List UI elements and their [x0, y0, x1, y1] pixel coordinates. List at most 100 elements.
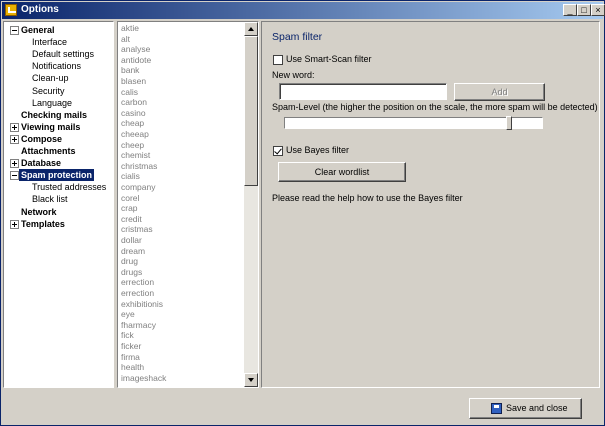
collapse-minus-icon[interactable]: [10, 171, 19, 181]
new-word-label: New word:: [272, 70, 315, 80]
list-item[interactable]: antidote: [121, 55, 151, 66]
new-word-input[interactable]: [279, 83, 447, 100]
list-item[interactable]: chemist: [121, 150, 150, 161]
tree-item[interactable]: Checking mails: [4, 109, 113, 121]
list-item[interactable]: dream: [121, 246, 145, 257]
tree-item[interactable]: Notifications: [4, 60, 113, 72]
list-item[interactable]: errection: [121, 277, 154, 288]
list-item[interactable]: carbon: [121, 97, 147, 108]
tree-item-label: Clean-up: [32, 73, 69, 84]
smart-scan-checkbox[interactable]: [273, 55, 283, 65]
tree-item-label: Templates: [21, 218, 65, 229]
title-bar[interactable]: Options _ □ ×: [2, 2, 605, 19]
tree-item[interactable]: Network: [4, 206, 113, 218]
list-item[interactable]: errection: [121, 288, 154, 299]
list-item[interactable]: corel: [121, 193, 139, 204]
list-item[interactable]: drug: [121, 256, 138, 267]
minimize-icon: _: [567, 5, 573, 15]
collapse-minus-icon[interactable]: [10, 26, 19, 35]
list-item[interactable]: firma: [121, 352, 140, 363]
tree-item[interactable]: Security: [4, 85, 113, 97]
clear-wordlist-button[interactable]: Clear wordlist: [278, 162, 406, 182]
scroll-down-icon[interactable]: [244, 373, 258, 387]
tree-item-label: Trusted addresses: [32, 182, 107, 193]
list-item[interactable]: cheap: [121, 118, 144, 129]
list-item[interactable]: ficker: [121, 341, 141, 352]
bayes-help-text: Please read the help how to use the Baye…: [272, 193, 463, 203]
tree-item[interactable]: Default settings: [4, 48, 113, 60]
list-item[interactable]: drugs: [121, 267, 142, 278]
list-item[interactable]: health: [121, 362, 144, 373]
tree-item[interactable]: Black list: [4, 193, 113, 205]
maximize-button[interactable]: □: [577, 4, 591, 16]
list-item[interactable]: aktie: [121, 23, 139, 34]
tree-item[interactable]: General: [4, 24, 113, 36]
list-item[interactable]: company: [121, 182, 156, 193]
tree-item[interactable]: Interface: [4, 36, 113, 48]
list-item[interactable]: cheeap: [121, 129, 149, 140]
list-item[interactable]: crap: [121, 203, 138, 214]
smart-scan-label: Use Smart-Scan filter: [286, 54, 372, 64]
scroll-up-icon[interactable]: [244, 22, 258, 36]
expand-plus-icon[interactable]: [10, 134, 19, 144]
list-item[interactable]: credit: [121, 214, 142, 225]
tree-item-label: Language: [32, 97, 73, 108]
list-item[interactable]: exhibitionis: [121, 299, 163, 310]
spam-level-label: Spam-Level (the higher the position on t…: [272, 102, 598, 112]
minimize-button[interactable]: _: [563, 4, 577, 16]
tree-item-label: Attachments: [21, 146, 76, 156]
list-item[interactable]: christmas: [121, 161, 157, 172]
tree-item-label: Security: [32, 85, 65, 96]
tree-item[interactable]: Compose: [4, 133, 113, 145]
bayes-checkbox[interactable]: [273, 146, 283, 156]
tree-item-label: Notifications: [32, 61, 82, 72]
tree-item[interactable]: Clean-up: [4, 72, 113, 84]
list-item[interactable]: alt: [121, 34, 130, 45]
expand-plus-icon[interactable]: [10, 159, 19, 169]
tree-item[interactable]: Attachments: [4, 145, 113, 157]
list-item[interactable]: bank: [121, 65, 139, 76]
maximize-icon: □: [581, 5, 587, 15]
tree-item-label: Spam protection: [19, 169, 95, 182]
panel-title: Spam filter: [272, 31, 323, 43]
bayes-label: Use Bayes filter: [286, 145, 350, 155]
tree-item[interactable]: Viewing mails: [4, 121, 113, 133]
spam-level-slider[interactable]: [284, 116, 543, 130]
list-item[interactable]: cheep: [121, 140, 144, 151]
tree-item[interactable]: Language: [4, 97, 113, 109]
window-title: Options: [21, 4, 59, 15]
list-item[interactable]: casino: [121, 108, 146, 119]
tree-item[interactable]: Database: [4, 157, 113, 169]
list-item[interactable]: dollar: [121, 235, 142, 246]
options-tree[interactable]: General Interface Default settings Notifica…: [3, 21, 114, 388]
list-item[interactable]: eye: [121, 309, 135, 320]
close-button[interactable]: ×: [591, 4, 605, 16]
tree-item-label: Interface: [32, 37, 68, 48]
expand-plus-icon[interactable]: [10, 219, 19, 229]
save-and-close-button[interactable]: Save and close: [469, 398, 582, 419]
list-item[interactable]: fharmacy: [121, 320, 156, 331]
list-item[interactable]: calis: [121, 87, 138, 98]
tree-item[interactable]: Spam protection: [4, 169, 113, 182]
tree-item-label: Compose: [21, 133, 63, 144]
save-and-close-label: Save and close: [506, 403, 568, 413]
tree-item-label: General: [21, 25, 55, 35]
add-button[interactable]: Add: [454, 83, 545, 101]
expand-plus-icon[interactable]: [10, 122, 19, 132]
app-icon: [5, 4, 17, 16]
list-item[interactable]: cristmas: [121, 224, 153, 235]
spam-wordlist[interactable]: aktie alt analyse antidote bank blasen calis ca…: [117, 21, 259, 388]
list-item[interactable]: analyse: [121, 44, 150, 55]
scroll-thumb[interactable]: [244, 36, 258, 186]
list-item[interactable]: cialis: [121, 171, 140, 182]
tree-item[interactable]: Templates: [4, 218, 113, 230]
wordlist-scrollbar[interactable]: [244, 22, 258, 387]
close-icon: ×: [595, 5, 601, 15]
slider-thumb[interactable]: [505, 116, 512, 130]
list-item[interactable]: fick: [121, 330, 134, 341]
list-item[interactable]: imageshack: [121, 373, 166, 384]
list-item[interactable]: blasen: [121, 76, 146, 87]
tree-item-label: Default settings: [32, 49, 95, 60]
tree-item[interactable]: Trusted addresses: [4, 181, 113, 193]
tree-item-label: Database: [21, 158, 62, 169]
